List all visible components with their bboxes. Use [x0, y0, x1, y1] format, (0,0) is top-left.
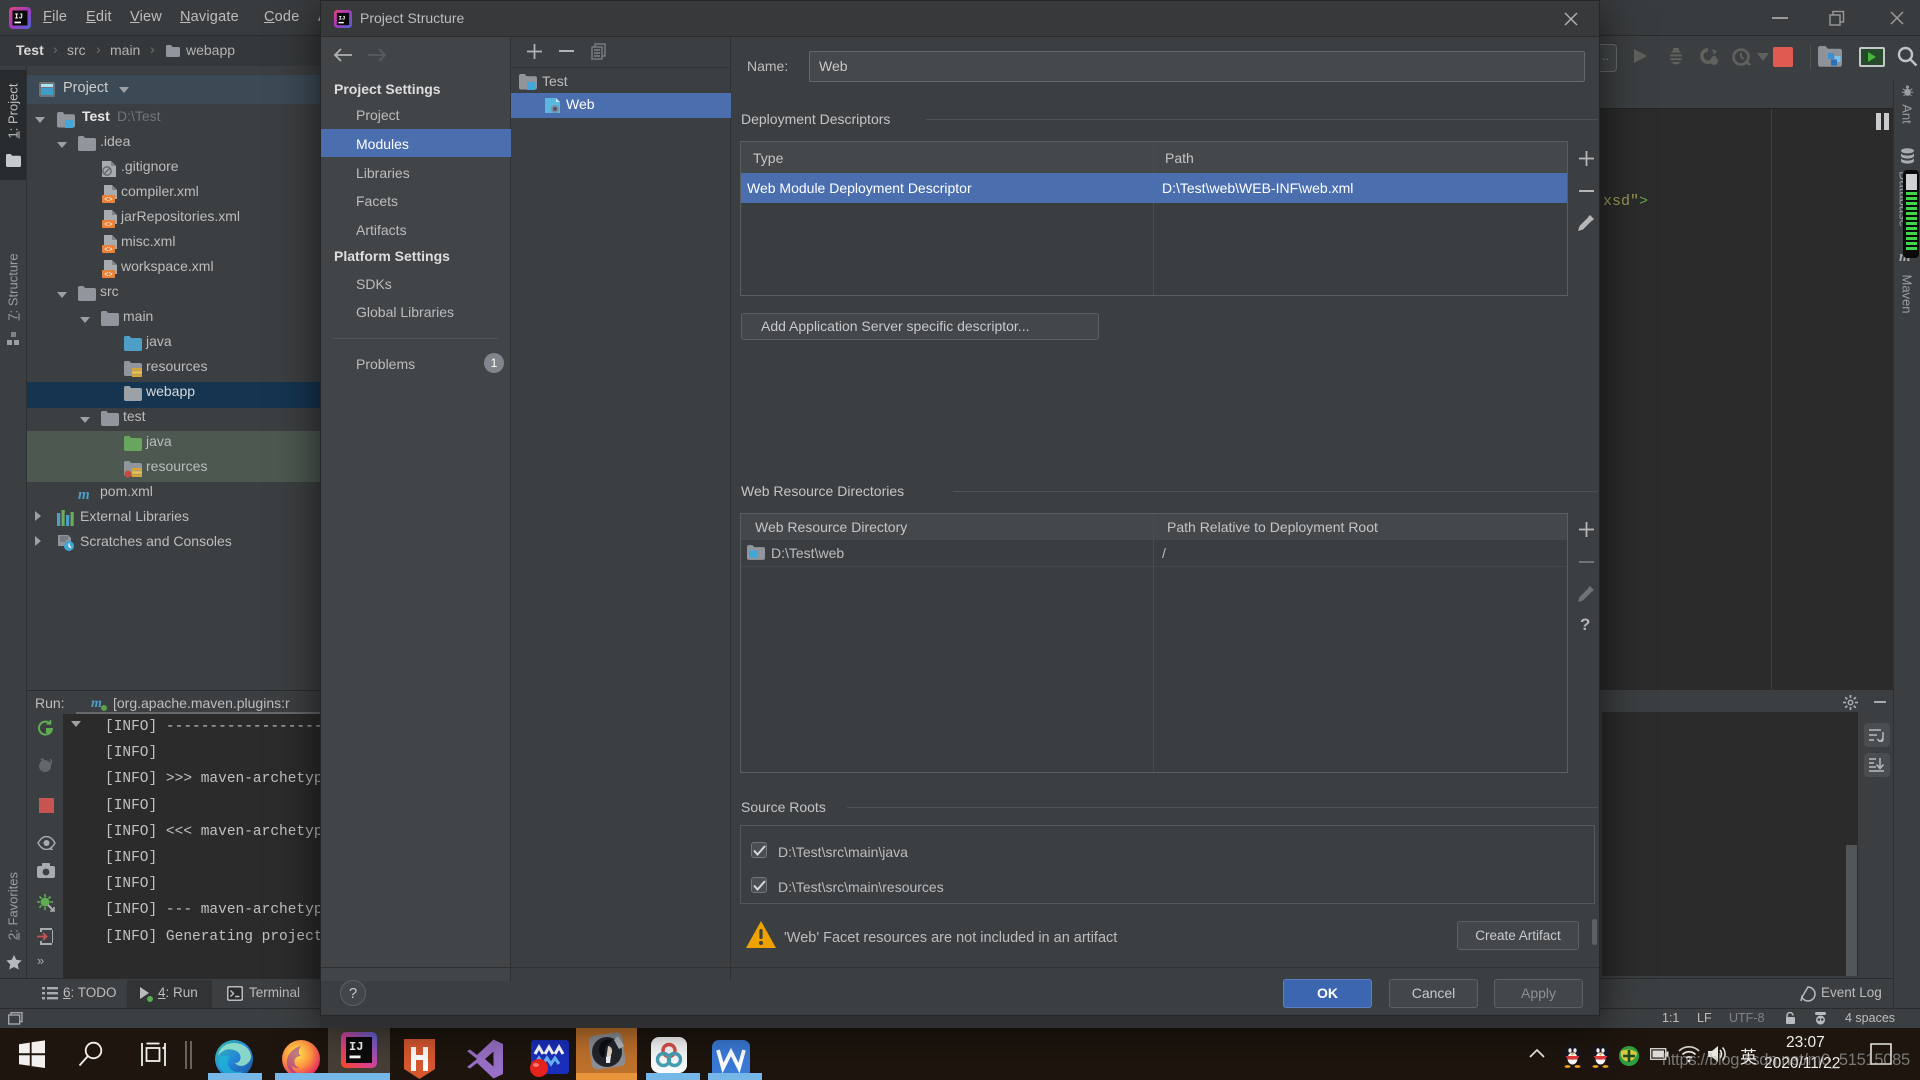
svg-text:<>: <> [104, 222, 112, 229]
svg-text:<>: <> [104, 247, 112, 254]
svg-text:IJ: IJ [15, 14, 23, 22]
svg-text:m: m [91, 696, 102, 711]
svg-text:m: m [78, 487, 90, 501]
svg-text:<>: <> [104, 272, 112, 279]
svg-text:IJ: IJ [339, 14, 346, 21]
svg-text:IJ: IJ [349, 1040, 363, 1054]
svg-text:<>: <> [104, 197, 112, 204]
